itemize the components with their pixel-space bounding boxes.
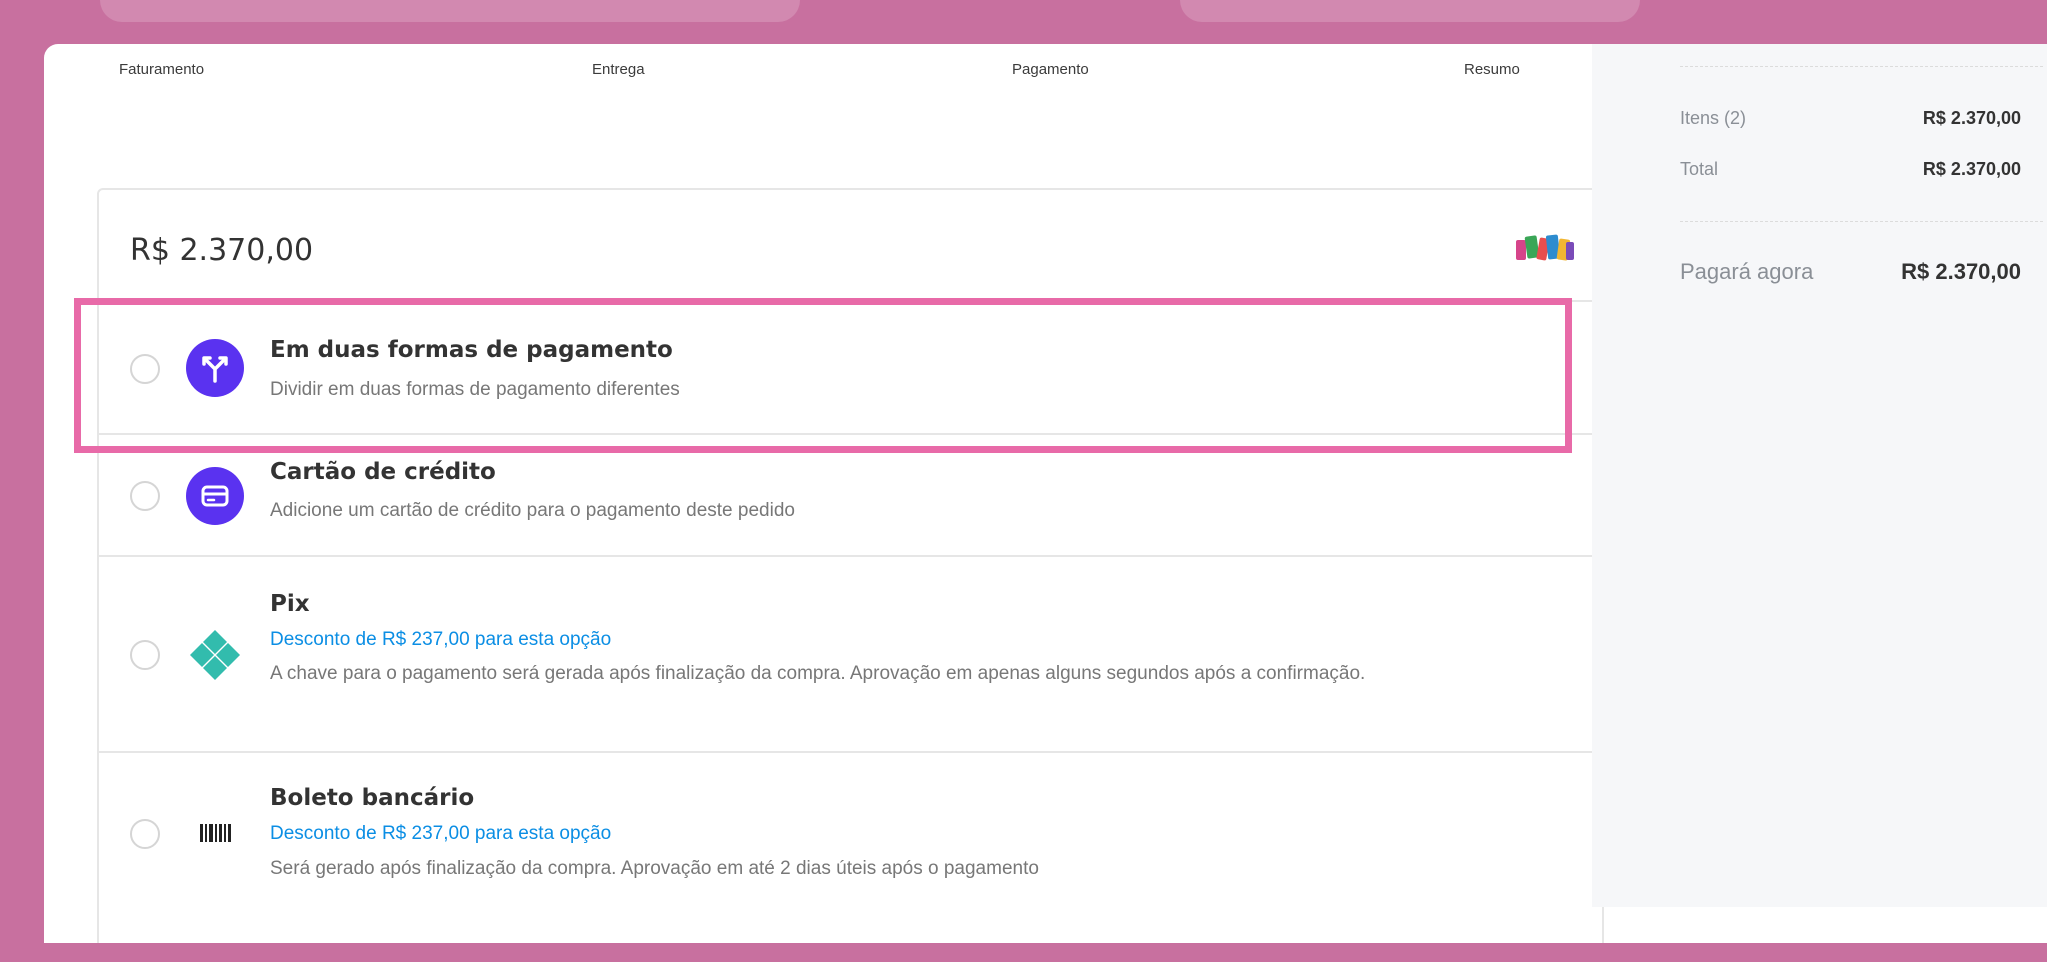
credit-card-icon <box>186 467 244 525</box>
step-pagamento[interactable]: Pagamento <box>1012 61 1089 78</box>
option-title: Pix <box>270 591 310 617</box>
radio-boleto[interactable] <box>130 819 160 849</box>
brand-logo-icon <box>1516 234 1574 261</box>
radio-pix[interactable] <box>130 640 160 670</box>
payment-amount: R$ 2.370,00 <box>130 233 314 268</box>
checkout-window: Faturamento Entrega Pagamento Resumo R$ … <box>44 44 2047 943</box>
option-title: Cartão de crédito <box>270 459 496 485</box>
barcode-icon <box>200 824 231 842</box>
summary-total-value: R$ 2.370,00 <box>1922 159 2021 179</box>
radio-credit-card[interactable] <box>130 481 160 511</box>
checkout-steps: Faturamento Entrega Pagamento Resumo <box>44 44 1624 84</box>
option-description: A chave para o pagamento será gerada apó… <box>270 663 1366 684</box>
payment-card-header: R$ 2.370,00 <box>99 190 1602 300</box>
summary-items-value: R$ 2.370,00 <box>1922 108 2021 128</box>
payment-option-credit-card[interactable]: Cartão de crédito Adicione um cartão de … <box>99 433 1602 557</box>
background-shape-right <box>1180 0 1640 22</box>
radio-split[interactable] <box>130 354 160 384</box>
payment-option-boleto[interactable]: Boleto bancário Desconto de R$ 237,00 pa… <box>99 751 1602 943</box>
step-resumo[interactable]: Resumo <box>1464 61 1520 78</box>
split-arrows-icon <box>186 339 244 397</box>
order-summary-sidebar: Itens (2) R$ 2.370,00 Total R$ 2.370,00 … <box>1592 44 2047 907</box>
summary-divider <box>1680 221 2043 222</box>
option-description: Será gerado após finalização da compra. … <box>270 858 1039 879</box>
option-discount: Desconto de R$ 237,00 para esta opção <box>270 629 612 650</box>
option-discount: Desconto de R$ 237,00 para esta opção <box>270 823 612 844</box>
summary-items-label: Itens (2) <box>1680 108 1747 128</box>
summary-pay-now-label: Pagará agora <box>1680 259 1814 284</box>
step-entrega[interactable]: Entrega <box>592 61 645 78</box>
payment-card: R$ 2.370,00 Em duas formas de pagamento … <box>97 188 1604 943</box>
payment-option-split[interactable]: Em duas formas de pagamento Dividir em d… <box>99 300 1602 435</box>
option-title: Boleto bancário <box>270 785 475 811</box>
summary-pay-now-value: R$ 2.370,00 <box>1901 259 2021 284</box>
payment-option-pix[interactable]: Pix Desconto de R$ 237,00 para esta opçã… <box>99 555 1602 753</box>
pix-icon <box>190 630 240 680</box>
step-faturamento[interactable]: Faturamento <box>119 61 204 78</box>
summary-total-label: Total <box>1680 159 1719 179</box>
background-shape-left <box>100 0 800 22</box>
option-description: Adicione um cartão de crédito para o pag… <box>270 500 795 521</box>
option-title: Em duas formas de pagamento <box>270 337 673 363</box>
summary-divider <box>1680 66 2043 67</box>
option-description: Dividir em duas formas de pagamento dife… <box>270 379 680 400</box>
